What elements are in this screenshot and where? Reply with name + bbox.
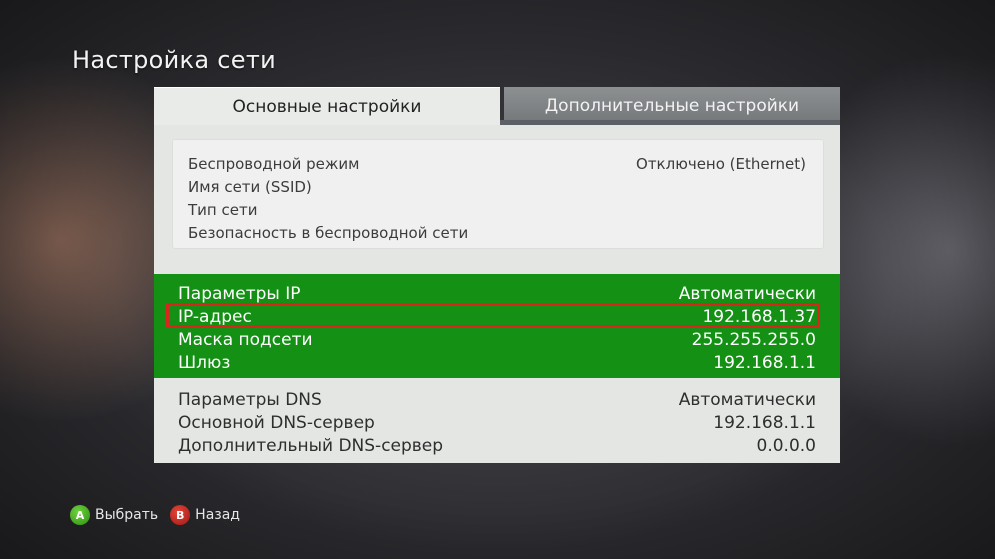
dns-settings-block[interactable]: Параметры DNS Автоматически Основной DNS… [154, 379, 840, 463]
primary-dns-label: Основной DNS-сервер [178, 413, 375, 433]
tab-basic-settings[interactable]: Основные настройки [154, 87, 500, 125]
ip-params-value: Автоматически [678, 284, 816, 304]
secondary-dns-label: Дополнительный DNS-сервер [178, 436, 444, 456]
wireless-mode-label: Беспроводной режим [188, 155, 360, 173]
select-hint-label: Выбрать [95, 507, 159, 523]
dns-params-label: Параметры DNS [178, 390, 322, 410]
wireless-security-label: Безопасность в беспроводной сети [188, 224, 469, 242]
ssid-label: Имя сети (SSID) [188, 178, 312, 196]
network-type-label: Тип сети [188, 201, 258, 219]
wireless-info-box: Беспроводной режим Отключено (Ethernet) … [172, 139, 824, 249]
gateway-value: 192.168.1.1 [713, 353, 816, 373]
secondary-dns-value: 0.0.0.0 [756, 436, 816, 456]
settings-card: Беспроводной режим Отключено (Ethernet) … [154, 125, 840, 463]
wireless-mode-value: Отключено (Ethernet) [636, 155, 806, 173]
back-hint[interactable]: B Назад [170, 505, 240, 525]
ip-params-label: Параметры IP [178, 284, 301, 304]
subnet-mask-label: Маска подсети [178, 330, 313, 350]
ip-address-highlight-box [166, 303, 820, 328]
secondary-dns-row[interactable]: Дополнительный DNS-сервер 0.0.0.0 [178, 436, 816, 459]
tab-bar: Основные настройки Дополнительные настро… [154, 87, 840, 125]
dns-params-value: Автоматически [678, 390, 816, 410]
gateway-row[interactable]: Шлюз 192.168.1.1 [178, 353, 816, 376]
dns-params-row[interactable]: Параметры DNS Автоматически [178, 390, 816, 413]
primary-dns-row[interactable]: Основной DNS-сервер 192.168.1.1 [178, 413, 816, 436]
button-hints: A Выбрать B Назад [70, 505, 252, 525]
subnet-mask-row[interactable]: Маска подсети 255.255.255.0 [178, 330, 816, 353]
primary-dns-value: 192.168.1.1 [713, 413, 816, 433]
subnet-mask-value: 255.255.255.0 [691, 330, 816, 350]
network-settings-panel: Основные настройки Дополнительные настро… [154, 87, 840, 463]
back-hint-label: Назад [195, 507, 240, 523]
page-title: Настройка сети [72, 46, 277, 74]
a-button-icon: A [70, 505, 90, 525]
ssid-row: Имя сети (SSID) [188, 178, 806, 201]
b-button-icon: B [170, 505, 191, 525]
wireless-mode-row: Беспроводной режим Отключено (Ethernet) [188, 155, 806, 178]
gateway-label: Шлюз [178, 353, 231, 373]
select-hint[interactable]: A Выбрать [70, 505, 158, 525]
network-type-row: Тип сети [188, 201, 806, 224]
wireless-security-row: Безопасность в беспроводной сети [188, 224, 806, 247]
